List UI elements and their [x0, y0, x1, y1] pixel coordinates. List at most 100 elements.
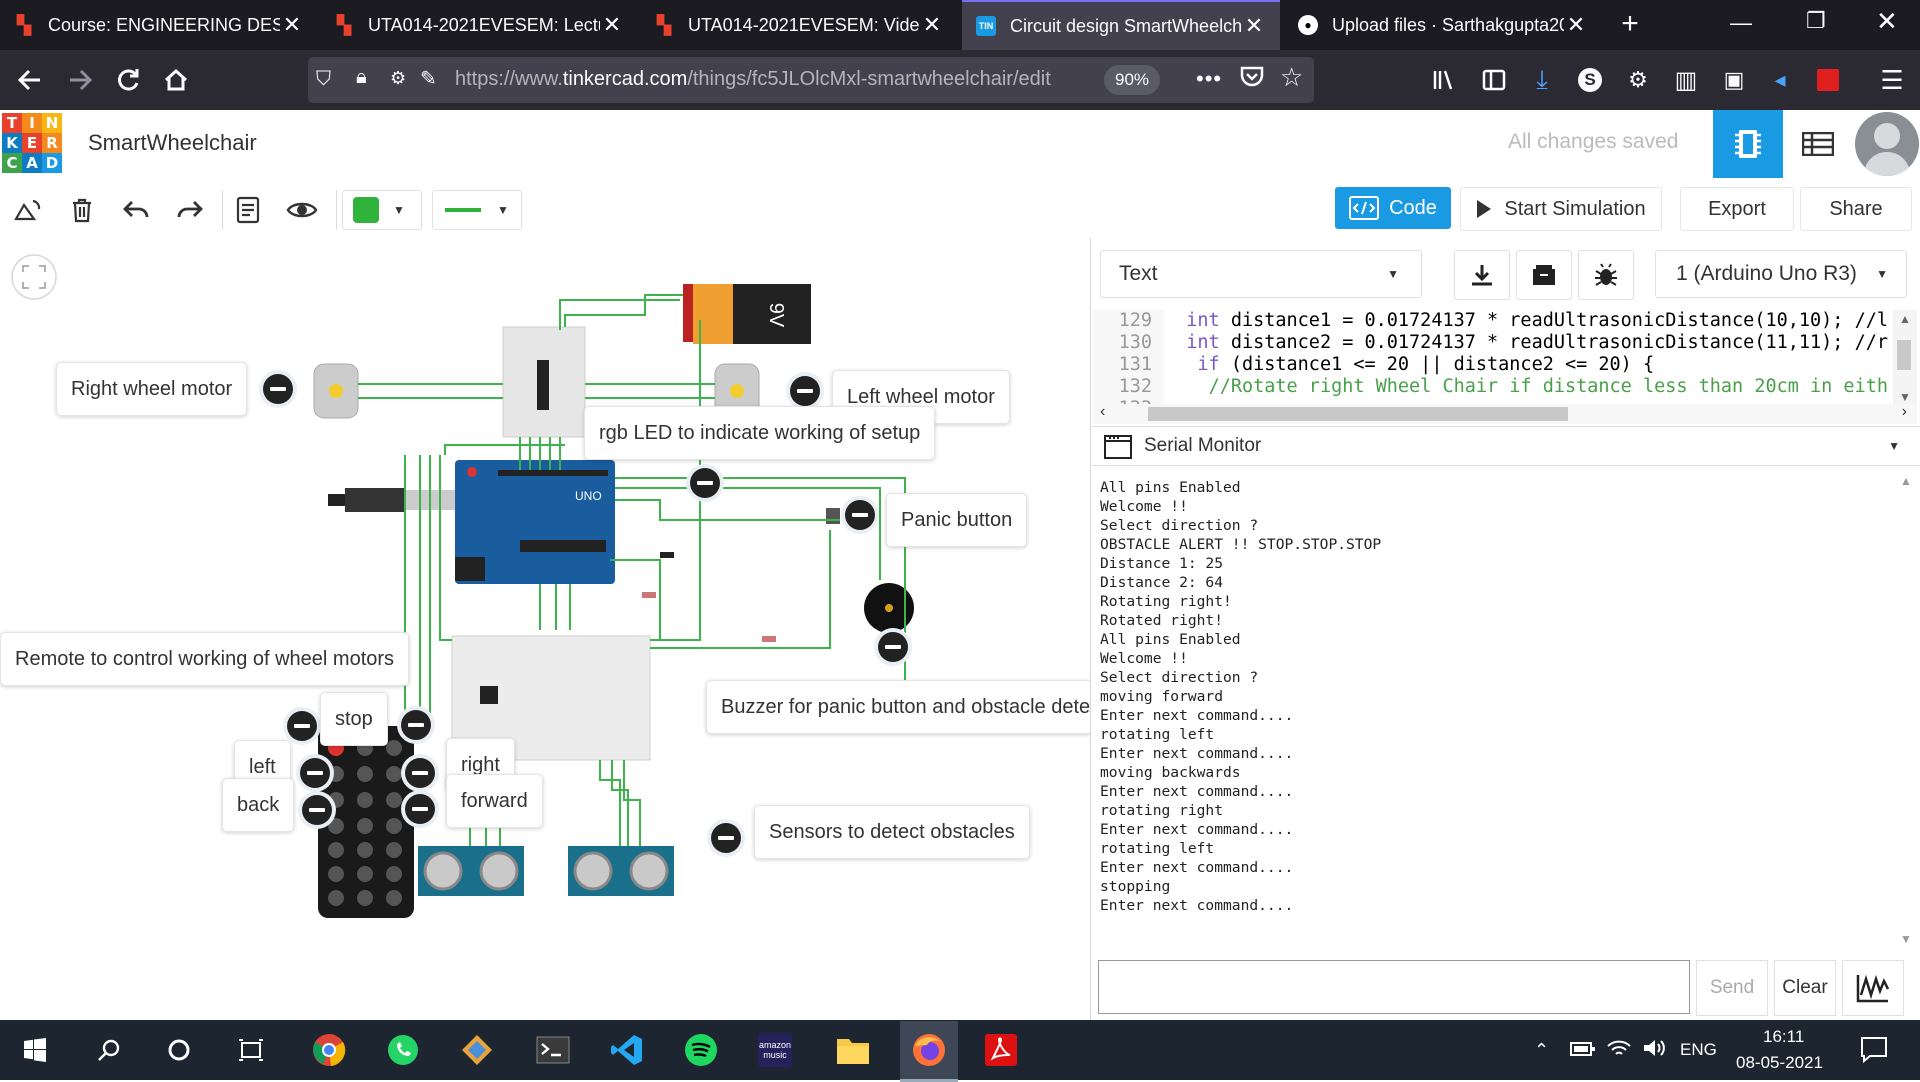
git-extension-icon[interactable]: [452, 1025, 502, 1075]
redo-icon[interactable]: [172, 190, 208, 230]
forward-arrow-icon[interactable]: [62, 62, 98, 98]
resistor[interactable]: [762, 636, 776, 642]
project-name[interactable]: SmartWheelchair: [88, 130, 257, 156]
scroll-right-icon[interactable]: ›: [1902, 403, 1907, 421]
send-button[interactable]: Send: [1696, 960, 1768, 1016]
user-avatar[interactable]: [1855, 112, 1919, 176]
whatsapp-icon[interactable]: [378, 1025, 428, 1075]
home-icon[interactable]: [158, 62, 194, 98]
panic-button-component[interactable]: [826, 508, 840, 524]
share-button[interactable]: Share: [1800, 187, 1912, 231]
restore-icon[interactable]: ❐: [1806, 8, 1826, 34]
notes-icon[interactable]: [230, 190, 266, 230]
note-collapse-icon[interactable]: [405, 794, 435, 824]
spotify-icon[interactable]: [676, 1025, 726, 1075]
zoom-level-badge[interactable]: 90%: [1104, 65, 1160, 95]
extension-palette-icon[interactable]: ⚙: [1622, 64, 1654, 96]
tinkercad-logo[interactable]: T I N K E R C A D: [2, 113, 62, 173]
graph-toggle-button[interactable]: [1842, 960, 1904, 1016]
note-collapse-icon[interactable]: [845, 500, 875, 530]
ultrasonic-sensor-1[interactable]: [418, 846, 524, 896]
color-picker[interactable]: ▼: [342, 190, 422, 230]
terminal-icon[interactable]: [528, 1025, 578, 1075]
new-tab-button[interactable]: +: [1612, 6, 1648, 42]
note-collapse-icon[interactable]: [302, 795, 332, 825]
search-icon[interactable]: [84, 1025, 134, 1075]
browser-tab-3[interactable]: ▚ UTA014-2021EVESEM: Video ✕: [640, 0, 958, 50]
ultrasonic-sensor-2[interactable]: [568, 846, 674, 896]
visibility-eye-icon[interactable]: [284, 190, 320, 230]
delete-trash-icon[interactable]: [64, 190, 100, 230]
clear-button[interactable]: Clear: [1774, 960, 1836, 1016]
battery-icon[interactable]: [1570, 1041, 1596, 1062]
undo-icon[interactable]: [118, 190, 154, 230]
shield-icon[interactable]: ⛉: [316, 68, 331, 91]
resistor[interactable]: [642, 592, 656, 598]
input-language[interactable]: ENG: [1680, 1040, 1717, 1060]
note-forward[interactable]: forward: [446, 774, 543, 828]
note-right-wheel-motor[interactable]: Right wheel motor: [56, 362, 248, 416]
libraries-button[interactable]: [1516, 250, 1572, 300]
code-button[interactable]: Code: [1335, 187, 1451, 229]
scroll-down-icon[interactable]: ▼: [1899, 390, 1911, 404]
board-dropdown[interactable]: 1 (Arduino Uno R3) ▼: [1655, 250, 1907, 298]
browser-tab-1[interactable]: ▚ Course: ENGINEERING DESIG ✕: [0, 0, 318, 50]
note-stop[interactable]: stop: [320, 692, 388, 746]
start-simulation-button[interactable]: Start Simulation: [1460, 187, 1662, 231]
note-buzzer[interactable]: Buzzer for panic button and obstacle det…: [706, 680, 1090, 734]
note-collapse-icon[interactable]: [405, 758, 435, 788]
transistor[interactable]: [660, 552, 674, 558]
url-text[interactable]: https://www.tinkercad.com/things/fc5JLOl…: [455, 68, 1095, 91]
page-actions-icon[interactable]: •••: [1196, 66, 1222, 92]
wire-type-picker[interactable]: ▼: [432, 190, 522, 230]
buzzer[interactable]: [864, 583, 914, 633]
reload-icon[interactable]: [110, 62, 146, 98]
extension-screen-icon[interactable]: ▣: [1718, 64, 1750, 96]
component-list-button[interactable]: [1783, 110, 1853, 178]
note-rgb-led[interactable]: rgb LED to indicate working of setup: [584, 406, 936, 460]
note-remote[interactable]: Remote to control working of wheel motor…: [0, 632, 410, 686]
note-collapse-icon[interactable]: [287, 711, 317, 741]
chevron-down-icon[interactable]: ▼: [1888, 439, 1900, 453]
close-tab-icon[interactable]: ✕: [600, 12, 624, 38]
note-back[interactable]: back: [222, 778, 295, 832]
code-vertical-scrollbar[interactable]: ▲ ▼: [1893, 310, 1917, 406]
code-mode-dropdown[interactable]: Text ▼: [1100, 250, 1422, 298]
pdf-extension-icon[interactable]: [1812, 64, 1844, 96]
note-sensors[interactable]: Sensors to detect obstacles: [754, 805, 1030, 859]
note-collapse-icon[interactable]: [711, 823, 741, 853]
library-icon[interactable]: [1428, 64, 1460, 96]
file-explorer-icon[interactable]: [828, 1025, 878, 1075]
note-collapse-icon[interactable]: [300, 758, 330, 788]
scroll-thumb[interactable]: [1148, 407, 1568, 421]
pocket-icon[interactable]: [1238, 62, 1268, 94]
right-wheel-motor[interactable]: [313, 363, 359, 419]
note-collapse-icon[interactable]: [878, 632, 908, 662]
minimize-icon[interactable]: —: [1730, 10, 1752, 36]
close-tab-icon[interactable]: ✕: [1564, 12, 1588, 38]
circuit-view-button[interactable]: [1713, 110, 1783, 178]
volume-icon[interactable]: [1642, 1036, 1668, 1065]
acrobat-icon[interactable]: [976, 1025, 1026, 1075]
mini-breadboard[interactable]: [502, 326, 586, 438]
serial-input[interactable]: [1098, 960, 1690, 1014]
scroll-left-icon[interactable]: ‹: [1100, 403, 1105, 421]
close-tab-icon[interactable]: ✕: [1242, 13, 1266, 39]
permissions-icon[interactable]: ⚙: [390, 68, 406, 89]
arduino-uno-board[interactable]: UNO: [455, 460, 615, 584]
note-panic-button[interactable]: Panic button: [886, 493, 1028, 547]
scroll-thumb[interactable]: [1897, 340, 1911, 370]
debugger-button[interactable]: [1578, 250, 1634, 300]
extension-grid-icon[interactable]: ▥: [1670, 64, 1702, 96]
code-editor[interactable]: 129 int distance1 = 0.01724137 * readUlt…: [1092, 310, 1892, 406]
clock-date[interactable]: 08-05-2021: [1736, 1053, 1823, 1073]
scroll-up-icon[interactable]: ▲: [1899, 312, 1911, 326]
close-tab-icon[interactable]: ✕: [280, 12, 304, 38]
rotate-icon[interactable]: [10, 190, 46, 230]
task-view-icon[interactable]: [226, 1025, 276, 1075]
browser-tab-5[interactable]: ● Upload files · Sarthakgupta20 ✕: [1284, 0, 1602, 50]
browser-tab-4[interactable]: TIN Circuit design SmartWheelch ✕: [962, 0, 1280, 50]
code-horizontal-scrollbar[interactable]: ‹ ›: [1092, 403, 1917, 424]
ir-remote[interactable]: [318, 726, 414, 918]
wifi-icon[interactable]: [1606, 1036, 1632, 1065]
